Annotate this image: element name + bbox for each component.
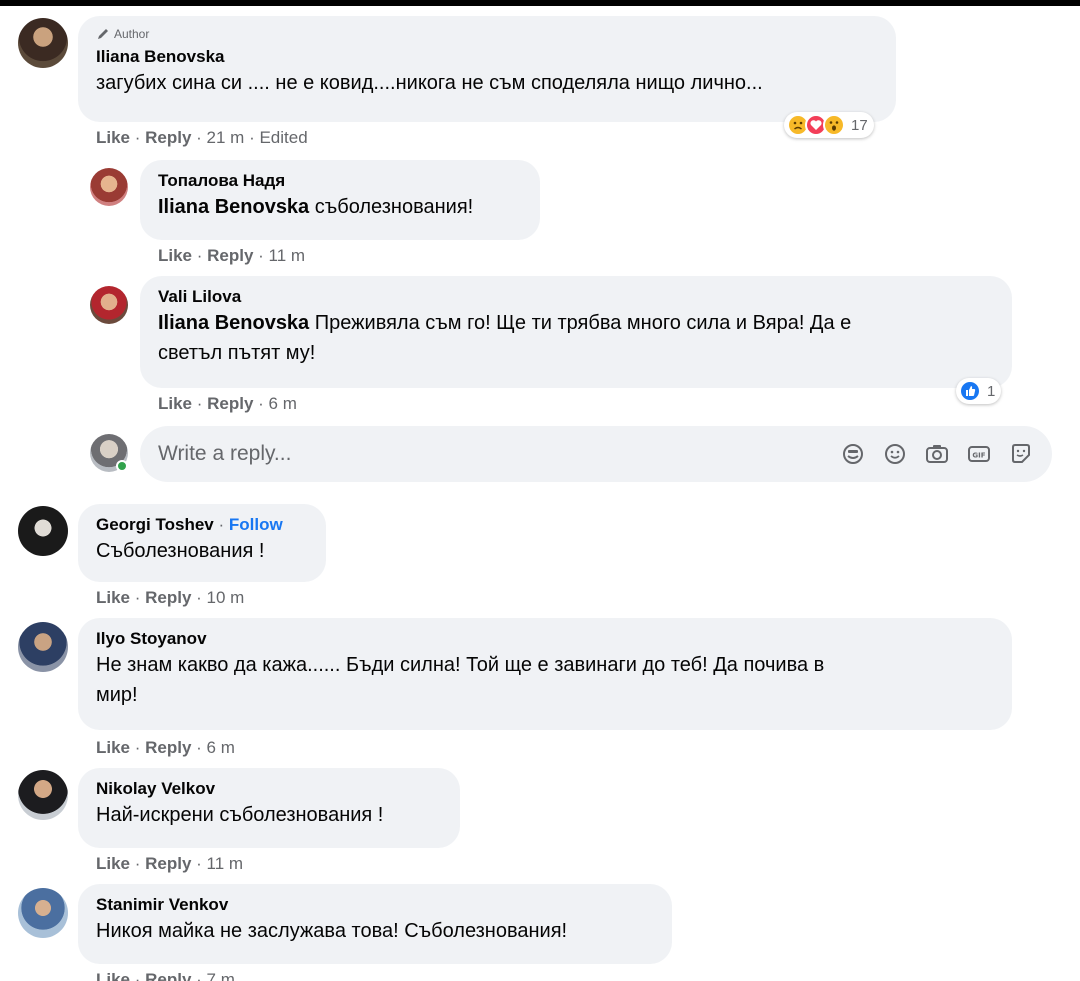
like-link[interactable]: Like	[96, 128, 130, 147]
comment-author-name[interactable]: Georgi Toshev	[96, 515, 214, 534]
composer-tools: GIF	[840, 441, 1034, 467]
like-link[interactable]: Like	[158, 394, 192, 413]
reply-text-line1: Преживяла съм го! Ще ти трябва много сил…	[314, 312, 852, 334]
comment-actions: Like · Reply · 7 m	[96, 970, 235, 981]
reply-text-line2: светъл пътят му!	[158, 342, 316, 364]
comment-bubble: Nikolay Velkov Най-искрени съболезновани…	[78, 768, 460, 848]
comment-author-name[interactable]: Ilyo Stoyanov	[96, 628, 994, 650]
comment-actions: Like · Reply · 10 m	[96, 588, 245, 607]
reaction-summary[interactable]: 17	[784, 112, 874, 138]
timestamp[interactable]: 6 m	[269, 394, 297, 413]
online-status-dot	[116, 460, 128, 472]
reply-input[interactable]	[158, 442, 840, 466]
comment-text: Съболезнования !	[96, 540, 265, 562]
comment-text-line2: мир!	[96, 684, 138, 706]
emoji-icon[interactable]	[882, 441, 908, 467]
reply-text-body: съболезнования!	[314, 196, 474, 218]
timestamp[interactable]: 21 m	[207, 128, 245, 147]
avatar[interactable]	[18, 888, 68, 938]
sticker-icon[interactable]	[840, 441, 866, 467]
reply-link[interactable]: Reply	[207, 246, 253, 265]
avatar[interactable]	[18, 506, 68, 556]
sticker-smile-icon[interactable]	[1008, 441, 1034, 467]
comment-bubble: Ilyo Stoyanov Не знам какво да кажа.....…	[78, 618, 1012, 730]
reply-author-name[interactable]: Vali Lilova	[158, 286, 994, 308]
timestamp[interactable]: 11 m	[207, 854, 244, 873]
comment-text: Никоя майка не заслужава това! Съболезно…	[96, 920, 568, 942]
mention-link[interactable]: Iliana Benovska	[158, 196, 309, 218]
comment-bubble: Author Iliana Benovska загубих сина си .…	[78, 16, 896, 122]
reaction-count: 1	[987, 382, 996, 400]
like-link[interactable]: Like	[96, 970, 130, 981]
timestamp[interactable]: 11 m	[269, 246, 306, 265]
comment-actions: Like · Reply · 6 m	[96, 738, 235, 757]
mention-link[interactable]: Iliana Benovska	[158, 312, 309, 334]
reply-text: Iliana Benovska Преживяла съм го! Ще ти …	[158, 308, 994, 368]
comment-actions: Like · Reply · 21 m · Edited	[96, 128, 308, 147]
comment-author-name[interactable]: Nikolay Velkov	[96, 778, 442, 800]
reply-link[interactable]: Reply	[145, 128, 191, 147]
comment-actions: Like · Reply · 11 m	[96, 854, 244, 873]
comment-text-line1: Не знам какво да кажа...... Бъди силна! …	[96, 654, 825, 676]
avatar[interactable]	[18, 622, 68, 672]
comment-text: Не знам какво да кажа...... Бъди силна! …	[96, 650, 994, 710]
timestamp[interactable]: 6 m	[207, 738, 235, 757]
like-icon	[959, 380, 981, 402]
timestamp[interactable]: 10 m	[207, 588, 245, 607]
author-label: Author	[114, 27, 150, 41]
author-badge: Author	[96, 26, 878, 42]
like-link[interactable]: Like	[96, 588, 130, 607]
top-edge-bar	[0, 0, 1080, 6]
svg-text:GIF: GIF	[972, 452, 985, 460]
follow-button[interactable]: Follow	[229, 515, 283, 534]
comment-bubble: Stanimir Venkov Никоя майка не заслужава…	[78, 884, 672, 964]
reply-link[interactable]: Reply	[145, 738, 191, 757]
reply-bubble: Топалова Надя Iliana Benovska съболезнов…	[140, 160, 540, 240]
reply-link[interactable]: Reply	[207, 394, 253, 413]
like-link[interactable]: Like	[96, 738, 130, 757]
avatar[interactable]	[90, 286, 128, 324]
reply-link[interactable]: Reply	[145, 588, 191, 607]
comment-author-line: Georgi Toshev · Follow	[96, 515, 283, 534]
reply-author-name[interactable]: Топалова Надя	[158, 170, 522, 192]
reply-link[interactable]: Reply	[145, 854, 191, 873]
gif-icon[interactable]: GIF	[966, 441, 992, 467]
reply-link[interactable]: Reply	[145, 970, 191, 981]
reaction-count: 17	[851, 116, 868, 134]
avatar[interactable]	[90, 168, 128, 206]
comment-text: Най-искрени съболезнования !	[96, 804, 384, 826]
edited-label: Edited	[259, 128, 308, 147]
comment-author-name[interactable]: Iliana Benovska	[96, 46, 878, 68]
avatar[interactable]	[18, 770, 68, 820]
reply-actions: Like · Reply · 11 m	[158, 246, 306, 265]
reply-composer[interactable]: GIF	[140, 426, 1052, 482]
camera-icon[interactable]	[924, 441, 950, 467]
reply-bubble: Vali Lilova Iliana Benovska Преживяла съ…	[140, 276, 1012, 388]
like-link[interactable]: Like	[158, 246, 192, 265]
reply-text: Iliana Benovska съболезнования!	[158, 192, 522, 222]
wow-icon	[823, 114, 845, 136]
reaction-summary[interactable]: 1	[956, 378, 1002, 404]
avatar[interactable]	[18, 18, 68, 68]
comment-text: загубих сина си .... не е ковид....никог…	[96, 72, 763, 94]
comment-bubble: Georgi Toshev · Follow Съболезнования !	[78, 504, 326, 582]
pencil-icon	[98, 29, 108, 39]
like-link[interactable]: Like	[96, 854, 130, 873]
timestamp[interactable]: 7 m	[207, 970, 235, 981]
comment-author-name[interactable]: Stanimir Venkov	[96, 894, 654, 916]
reply-actions: Like · Reply · 6 m	[158, 394, 297, 413]
